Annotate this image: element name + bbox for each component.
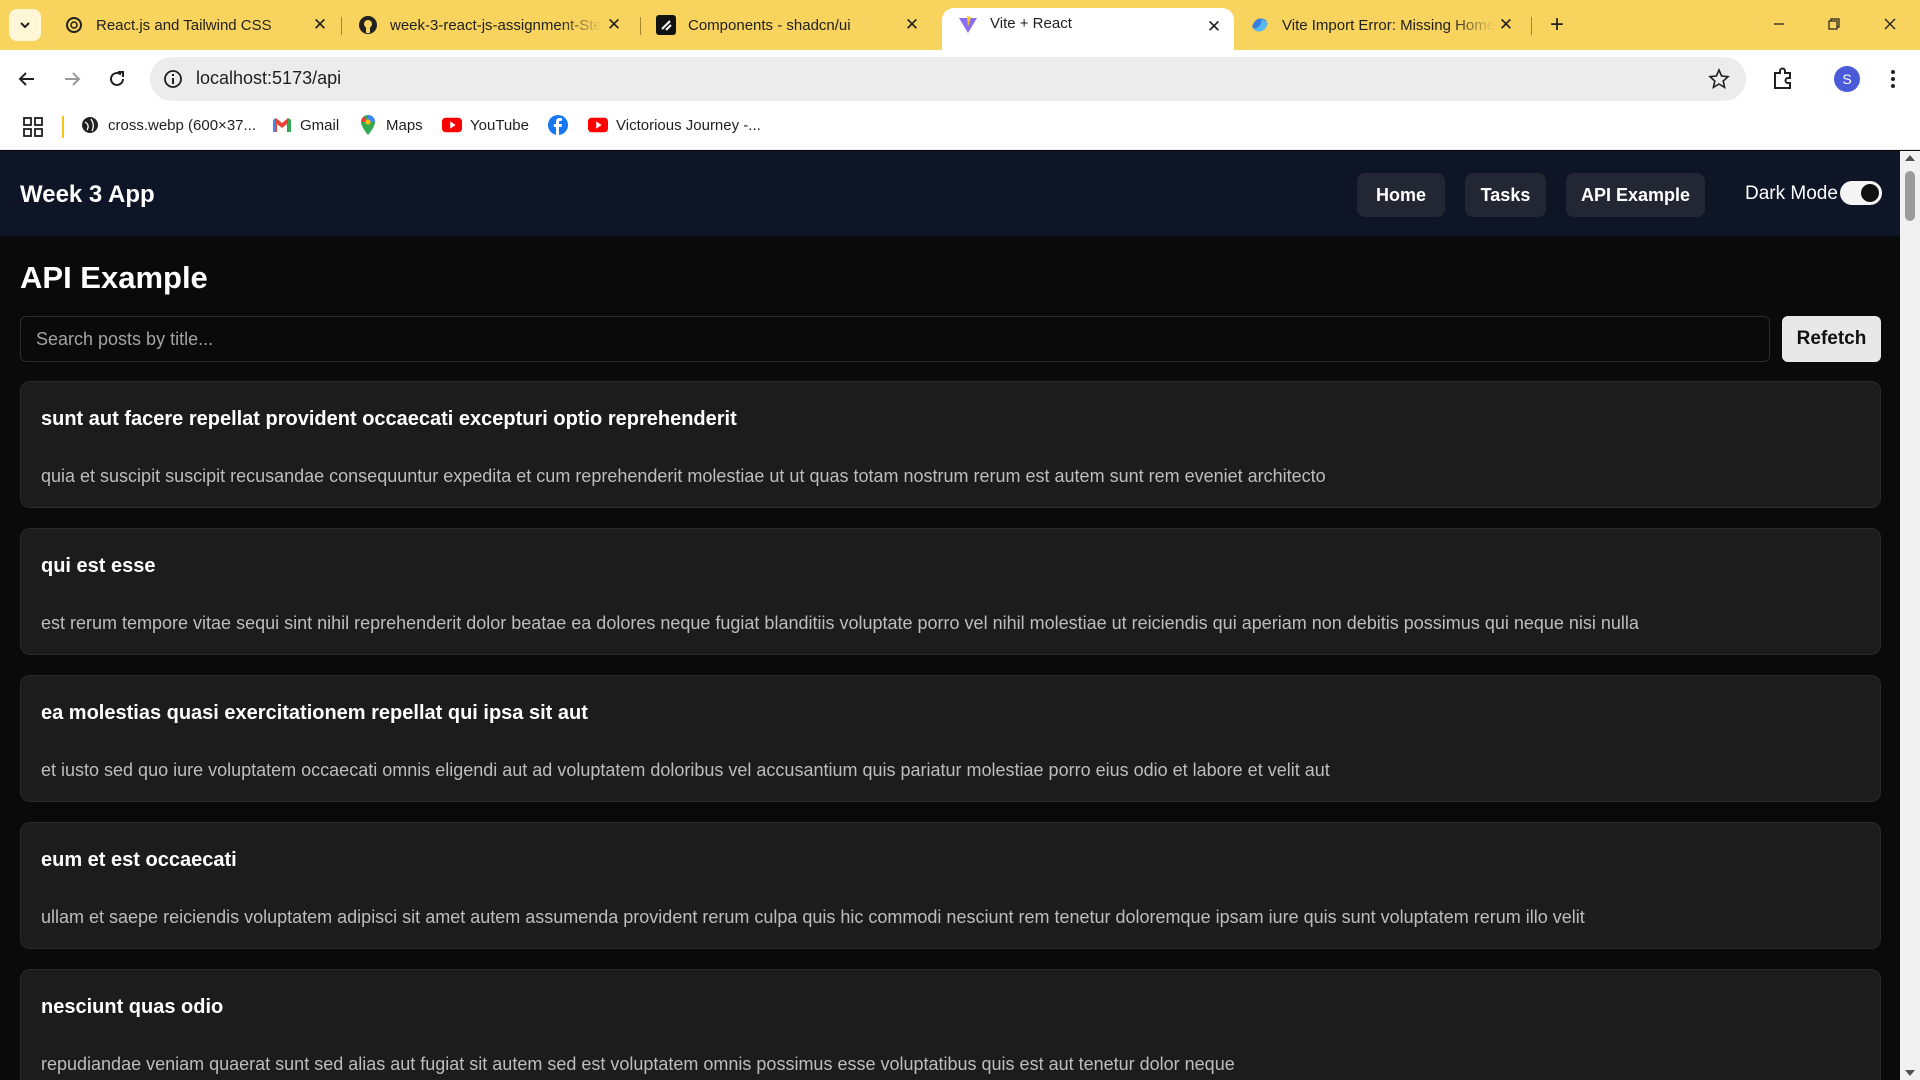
reload-icon [110,71,124,86]
bookmark-maps[interactable]: Maps [358,112,423,138]
arrow-right-icon [65,72,81,86]
close-icon[interactable]: ✕ [1494,13,1518,37]
close-icon[interactable]: ✕ [308,13,332,37]
browser-tab-bar: React.js and Tailwind CSS ✕ week-3-react… [0,0,1920,50]
tab-github[interactable]: week-3-react-js-assignment-Steve ✕ [342,8,634,42]
bookmark-youtube[interactable]: YouTube [442,112,529,138]
bookmark-gmail[interactable]: Gmail [272,112,339,138]
bookmark-label: Gmail [300,116,340,134]
profile-avatar[interactable]: S [1834,66,1860,92]
globe-icon [80,115,100,135]
youtube-icon [442,115,462,135]
puzzle-icon [1774,67,1791,89]
main-content: API Example Refetch sunt aut facere repe… [0,236,1900,1080]
maps-icon [358,115,378,135]
back-button[interactable] [12,64,42,94]
more-vertical-icon [1891,70,1895,88]
extensions-button[interactable] [1768,64,1798,94]
nav-home-link[interactable]: Home [1357,173,1445,217]
bookmark-victorious-journey[interactable]: Victorious Journey -... [588,112,761,138]
tab-vite-react[interactable]: Vite + React ✕ [942,8,1234,50]
bookmark-label: YouTube [470,116,529,134]
tab-title: Vite Import Error: Missing Home [1282,16,1494,34]
tab-react-tailwind[interactable]: React.js and Tailwind CSS ✕ [48,8,340,42]
tab-vite-import-error[interactable]: Vite Import Error: Missing Home ✕ [1234,8,1526,42]
bookmark-star-icon[interactable] [1708,67,1730,90]
restore-button[interactable] [1806,0,1862,48]
close-icon[interactable]: ✕ [900,13,924,37]
tab-shadcn[interactable]: Components - shadcn/ui ✕ [640,8,932,42]
address-bar[interactable] [150,57,1746,101]
browser-menu-button[interactable] [1880,66,1906,92]
post-title: nesciunt quas odio [41,996,224,1018]
scrollbar-thumb[interactable] [1905,171,1915,221]
tab-title: React.js and Tailwind CSS [96,16,272,34]
nav-api-example-link[interactable]: API Example [1566,173,1705,217]
new-tab-button[interactable]: + [1543,9,1571,41]
chevron-down-icon [20,22,30,29]
reload-button[interactable] [102,64,132,94]
restore-icon [1828,18,1840,30]
close-icon [1884,18,1896,30]
post-title: ea molestias quasi exercitationem repell… [41,702,588,724]
vite-icon [958,15,978,35]
search-input[interactable] [20,316,1770,362]
post-card: eum et est occaecati ullam et saepe reic… [20,822,1881,949]
post-body: ullam et saepe reiciendis voluptatem adi… [41,907,1585,927]
refetch-button[interactable]: Refetch [1782,316,1881,362]
browser-toolbar: S [0,50,1920,108]
github-icon [358,15,378,35]
app-navbar: Week 3 App Home Tasks API Example Dark M… [0,151,1900,236]
openai-icon [64,15,84,35]
post-body: et iusto sed quo iure voluptatem occaeca… [41,760,1330,780]
apps-grid-icon[interactable] [22,116,44,138]
tab-title: Vite + React [990,15,1072,32]
bookmark-cross-webp[interactable]: cross.webp (600×37... [80,112,256,138]
bookmarks-divider [62,116,64,138]
facebook-icon [548,115,568,135]
post-body: est rerum tempore vitae sequi sint nihil… [41,613,1639,633]
page-title: API Example [20,260,208,295]
post-card: sunt aut facere repellat provident occae… [20,381,1881,508]
close-icon[interactable]: ✕ [1202,15,1226,39]
post-card: ea molestias quasi exercitationem repell… [20,675,1881,802]
page-scrollbar[interactable] [1900,151,1920,1080]
bookmark-label: Victorious Journey -... [616,116,761,134]
post-card: qui est esse est rerum tempore vitae seq… [20,528,1881,655]
shadcn-icon [656,15,676,35]
tab-search-button[interactable] [9,9,41,41]
close-icon[interactable]: ✕ [602,13,626,37]
minimize-button[interactable] [1751,0,1807,48]
post-card: nesciunt quas odio repudiandae veniam qu… [20,969,1881,1080]
dark-mode-label: Dark Mode [1745,183,1838,204]
tab-title: week-3-react-js-assignment-Steve [390,16,602,34]
post-title: qui est esse [41,555,156,577]
bookmark-label: Maps [386,116,423,134]
post-body: repudiandae veniam quaerat sunt sed alia… [41,1054,1235,1074]
tab-separator [1531,17,1532,35]
site-info-icon[interactable] [162,68,184,90]
forward-button[interactable] [57,64,87,94]
window-close-button[interactable] [1862,0,1918,48]
scroll-down-arrow-icon[interactable] [1905,1070,1915,1076]
post-title: sunt aut facere repellat provident occae… [41,408,737,430]
scroll-up-arrow-icon[interactable] [1905,155,1915,161]
post-body: quia et suscipit suscipit recusandae con… [41,466,1326,486]
bookmark-facebook[interactable] [548,112,576,138]
copilot-icon [1250,15,1270,35]
dark-mode-toggle[interactable] [1840,181,1882,205]
toggle-knob [1861,184,1879,202]
nav-tasks-link[interactable]: Tasks [1465,173,1546,217]
bookmark-label: cross.webp (600×37... [108,116,257,134]
app-brand[interactable]: Week 3 App [20,181,155,209]
post-title: eum et est occaecati [41,849,237,871]
arrow-left-icon [18,72,34,86]
tab-title: Components - shadcn/ui [688,16,851,34]
gmail-icon [272,115,292,135]
minimize-icon [1774,23,1784,25]
youtube-icon [588,115,608,135]
url-input[interactable] [196,68,1596,89]
